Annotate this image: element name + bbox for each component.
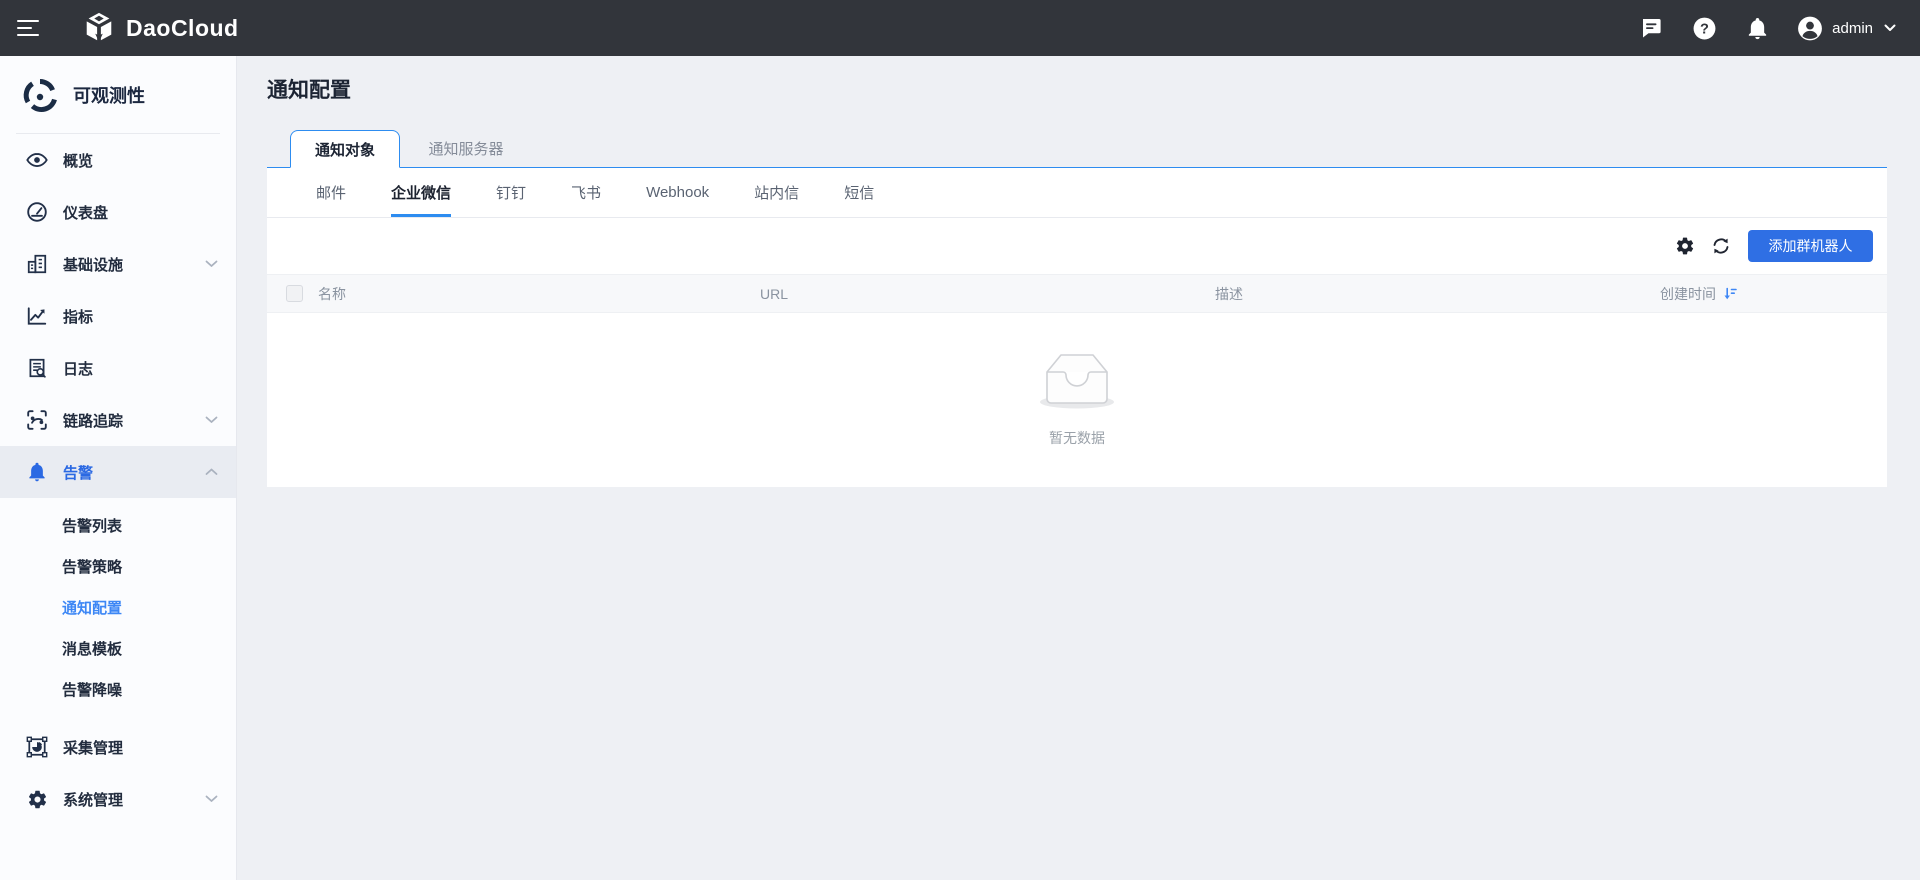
infrastructure-icon	[26, 253, 48, 275]
tabs: 通知对象 通知服务器	[267, 128, 1887, 168]
chevron-down-icon	[205, 416, 218, 424]
chevron-down-icon	[1884, 24, 1896, 32]
empty-state: 暂无数据	[267, 313, 1887, 448]
sidebar-item-dashboard[interactable]: 仪表盘	[0, 186, 236, 238]
sidebar-subitem-alert-list[interactable]: 告警列表	[0, 506, 236, 547]
page-title: 通知配置	[267, 79, 351, 102]
main-content: 通知配置 通知对象 通知服务器 邮件 企业微信 钉钉 飞书 Webhook 站内…	[237, 56, 1920, 880]
sort-descending-icon[interactable]	[1723, 286, 1738, 301]
sidebar-item-tracing[interactable]: 链路追踪	[0, 394, 236, 446]
alerts-submenu: 告警列表 告警策略 通知配置 消息模板 告警降噪	[0, 498, 236, 711]
help-icon[interactable]: ?	[1691, 15, 1717, 41]
log-search-icon	[26, 357, 48, 379]
column-name[interactable]: 名称	[318, 284, 760, 304]
subtab-sms[interactable]: 短信	[844, 168, 874, 217]
user-menu[interactable]: admin	[1797, 15, 1896, 41]
sidebar-item-system-management[interactable]: 系统管理	[0, 773, 236, 825]
sidebar-subitem-alert-policy[interactable]: 告警策略	[0, 547, 236, 588]
avatar-icon	[1797, 15, 1823, 41]
sidebar-title: 可观测性	[73, 85, 145, 106]
dashboard-gauge-icon	[26, 201, 48, 223]
eye-icon	[26, 149, 48, 171]
topbar-right: ? admin	[1638, 15, 1920, 41]
refresh-icon[interactable]	[1710, 235, 1732, 257]
content-card: 邮件 企业微信 钉钉 飞书 Webhook 站内信 短信 添加群机器人 名称 U…	[267, 167, 1887, 487]
table-header: 名称 URL 描述 创建时间	[267, 274, 1887, 313]
sidebar-item-metrics[interactable]: 指标	[0, 290, 236, 342]
metrics-chart-icon	[26, 305, 48, 327]
sidebar-subitem-alert-noise-reduction[interactable]: 告警降噪	[0, 670, 236, 711]
sidebar-item-alerts[interactable]: 告警	[0, 446, 236, 498]
sidebar-subitem-message-template[interactable]: 消息模板	[0, 629, 236, 670]
brand-name: DaoCloud	[126, 14, 239, 41]
subtab-site-message[interactable]: 站内信	[754, 168, 799, 217]
subtab-email[interactable]: 邮件	[316, 168, 346, 217]
settings-gear-icon[interactable]	[1674, 235, 1696, 257]
alert-bell-icon	[26, 461, 48, 483]
empty-text: 暂无数据	[1049, 430, 1105, 446]
chevron-down-icon	[205, 260, 218, 268]
chevron-up-icon	[205, 468, 218, 476]
topbar: DaoCloud ? admin	[0, 0, 1920, 56]
sidebar-item-collection-management[interactable]: 采集管理	[0, 721, 236, 773]
gear-icon	[26, 788, 48, 810]
observability-logo-icon	[22, 77, 58, 113]
sidebar-header: 可观测性	[0, 56, 236, 133]
sidebar: 可观测性 概览 仪表盘 基础设施 指标 日志 链路追踪 告警 告警列表 告警策略…	[0, 56, 237, 880]
svg-text:?: ?	[1700, 21, 1709, 37]
user-name: admin	[1832, 19, 1873, 37]
chevron-down-icon	[205, 795, 218, 803]
empty-inbox-icon	[1032, 347, 1122, 418]
sidebar-item-infrastructure[interactable]: 基础设施	[0, 238, 236, 290]
tab-notification-server[interactable]: 通知服务器	[400, 129, 532, 167]
column-url[interactable]: URL	[760, 286, 1215, 302]
bell-icon[interactable]	[1744, 15, 1770, 41]
subtab-dingtalk[interactable]: 钉钉	[496, 168, 526, 217]
hamburger-menu-icon[interactable]	[0, 0, 56, 56]
collection-pie-icon	[26, 736, 48, 758]
column-created-time[interactable]: 创建时间	[1660, 284, 1887, 304]
tracing-icon	[26, 409, 48, 431]
sidebar-item-logs[interactable]: 日志	[0, 342, 236, 394]
cube-logo-icon	[82, 11, 116, 45]
sidebar-item-overview[interactable]: 概览	[0, 134, 236, 186]
sidebar-subitem-notification-config[interactable]: 通知配置	[0, 588, 236, 629]
toolbar: 添加群机器人	[267, 218, 1887, 274]
subtab-feishu[interactable]: 飞书	[571, 168, 601, 217]
channel-subtabs: 邮件 企业微信 钉钉 飞书 Webhook 站内信 短信	[267, 168, 1887, 218]
tab-notification-target[interactable]: 通知对象	[290, 130, 400, 168]
brand: DaoCloud	[82, 11, 239, 45]
subtab-wecom[interactable]: 企业微信	[391, 168, 452, 217]
column-description[interactable]: 描述	[1215, 284, 1660, 304]
select-all-checkbox[interactable]	[286, 285, 303, 302]
chat-icon[interactable]	[1638, 15, 1664, 41]
add-group-robot-button[interactable]: 添加群机器人	[1748, 230, 1873, 262]
subtab-webhook[interactable]: Webhook	[646, 168, 709, 217]
